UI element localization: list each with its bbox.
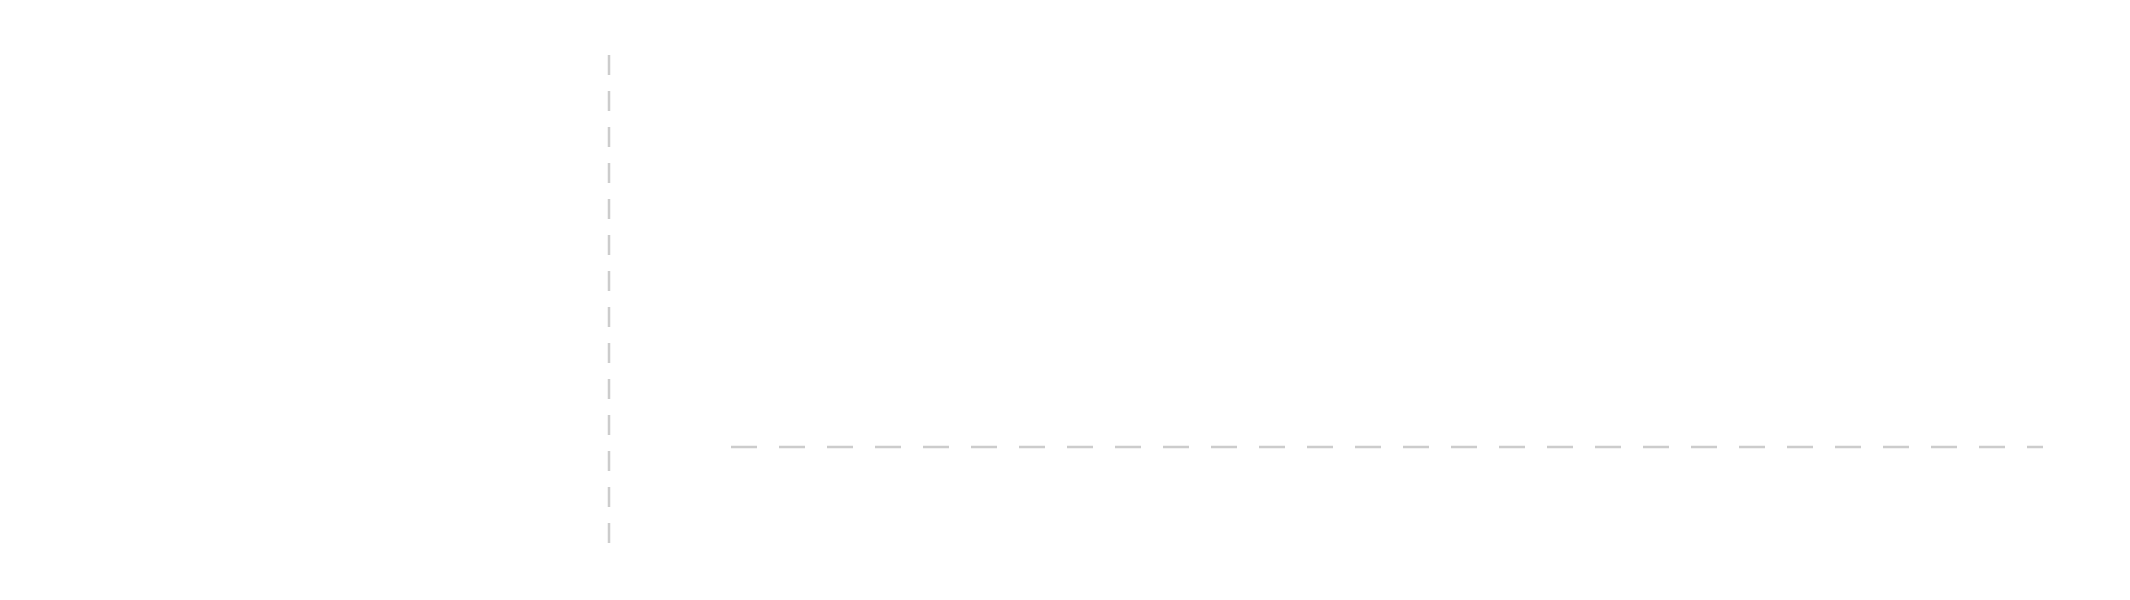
guide-lines-svg <box>607 55 2043 545</box>
diagram-canvas <box>0 0 2130 600</box>
